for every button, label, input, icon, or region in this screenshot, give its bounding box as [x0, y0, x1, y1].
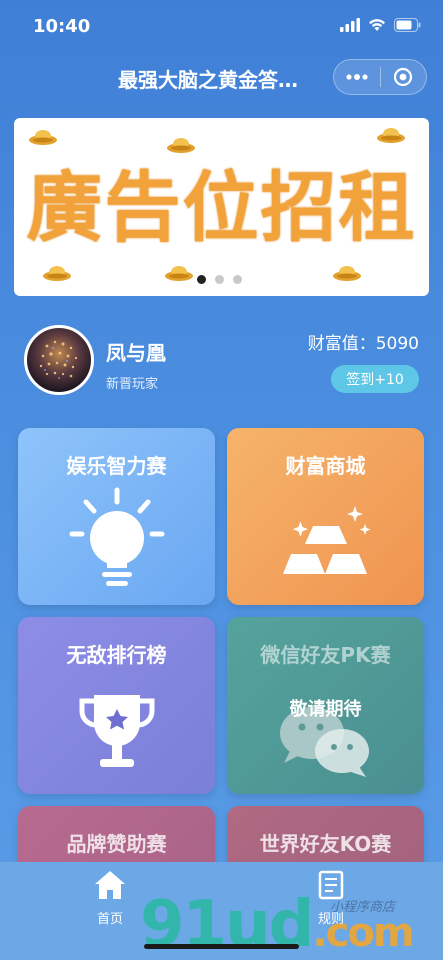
signin-button[interactable]: 签到+10: [331, 365, 419, 393]
target-icon: [394, 67, 413, 87]
banner-ad-text: 廣告位招租: [26, 163, 417, 252]
watermark-subtitle: 小程序商店: [330, 900, 396, 915]
user-name: 凤与凰: [106, 341, 166, 365]
more-dots-icon: [346, 74, 368, 80]
pagination-dot-active[interactable]: [197, 275, 206, 284]
gold-ingot-icon: [29, 130, 57, 145]
gold-bars-icon: [227, 506, 424, 586]
user-level: 新晋玩家: [106, 377, 159, 392]
battery-icon: [394, 18, 421, 32]
card-title: 微信好友PK赛: [260, 643, 391, 667]
wechat-pk-card[interactable]: 微信好友PK赛 敬请期待: [227, 617, 424, 794]
home-indicator: [144, 944, 299, 949]
entertainment-quiz-card[interactable]: 娱乐智力赛: [18, 428, 215, 605]
miniprogram-capsule: [333, 59, 427, 95]
ad-banner[interactable]: 廣告位招租: [14, 118, 429, 296]
gold-ingot-icon: [333, 266, 361, 281]
close-miniprogram-button[interactable]: [381, 60, 427, 94]
navigation-bar: 最强大脑之黄金答…: [0, 54, 443, 102]
card-title: 财富商城: [285, 454, 366, 478]
coming-soon-label: 敬请期待: [289, 699, 362, 720]
avatar[interactable]: [24, 325, 94, 395]
watermark-main: 91ud: [140, 888, 314, 960]
wifi-icon: [369, 19, 385, 31]
card-title: 世界好友KO赛: [259, 832, 392, 856]
status-time: 10:40: [33, 16, 91, 37]
status-bar: 10:40: [0, 0, 443, 54]
wealth-value: 财富值：5090: [307, 334, 419, 354]
gold-ingot-icon: [43, 266, 71, 281]
leaderboard-card[interactable]: 无敌排行榜: [18, 617, 215, 794]
home-icon: [95, 871, 125, 899]
lightbulb-icon: [18, 486, 215, 591]
watermark-suffix: .com: [312, 910, 414, 956]
gold-ingot-icon: [377, 128, 405, 143]
tab-home[interactable]: 首页: [70, 870, 150, 927]
wealth-shop-card[interactable]: 财富商城: [227, 428, 424, 605]
avatar-image: [39, 340, 78, 379]
more-button[interactable]: [334, 60, 380, 94]
card-title: 娱乐智力赛: [66, 454, 167, 478]
card-title: 品牌赞助赛: [66, 832, 167, 856]
trophy-icon: [18, 687, 215, 777]
status-icons: [340, 18, 421, 32]
pagination-dot[interactable]: [215, 275, 224, 284]
gold-ingot-icon: [165, 266, 193, 281]
pagination-dot[interactable]: [233, 275, 242, 284]
signal-icon: [340, 18, 360, 32]
tab-home-label: 首页: [96, 912, 123, 927]
card-title: 无敌排行榜: [66, 643, 167, 667]
banner-pagination: [197, 275, 242, 284]
page-title: 最强大脑之黄金答…: [118, 68, 298, 92]
